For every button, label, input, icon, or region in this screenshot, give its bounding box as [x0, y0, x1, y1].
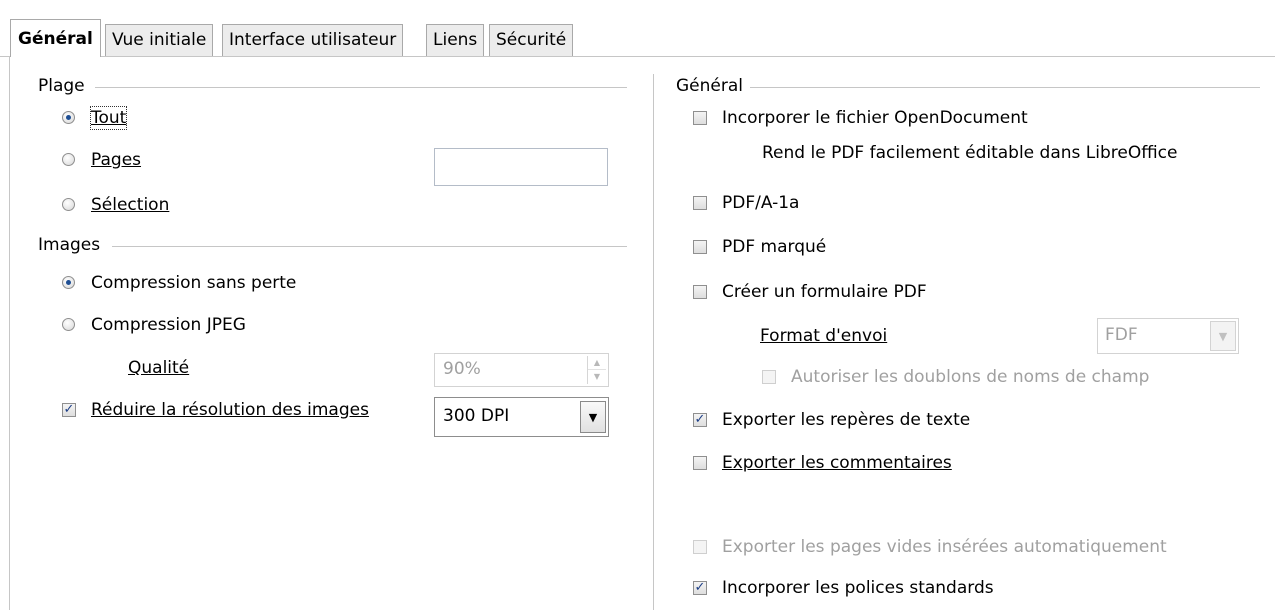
radio-label-pages: Pages [91, 150, 142, 170]
radio-lossless[interactable] [62, 276, 75, 289]
tab-general[interactable]: Général [10, 19, 101, 57]
quality-label: Qualité [128, 358, 190, 378]
tab-baseline [0, 56, 1275, 57]
checkbox-label-embed-fonts: Incorporer les polices standards [722, 578, 994, 598]
submit-format-dropdown[interactable]: FDF ▼ [1097, 318, 1239, 354]
checkbox-embed-od[interactable] [693, 111, 707, 125]
radio-pages[interactable] [62, 153, 75, 166]
panel-left-border [9, 57, 10, 610]
checkbox-label-reduce-resolution: Réduire la résolution des images [91, 400, 369, 420]
embed-od-note: Rend le PDF facilement éditable dans Lib… [762, 143, 1178, 163]
submit-format-label: Format d'envoi [760, 326, 888, 346]
radio-label-all: Tout [89, 106, 128, 130]
section-rule-general [750, 87, 1260, 88]
radio-label-jpeg: Compression JPEG [91, 315, 246, 335]
checkbox-label-export-comments: Exporter les commentaires [722, 453, 952, 473]
column-divider [653, 74, 654, 610]
tab-user-interface[interactable]: Interface utilisateur [222, 24, 404, 56]
radio-label-lossless: Compression sans perte [91, 273, 297, 293]
resolution-value: 300 DPI [443, 406, 510, 426]
pages-input[interactable] [434, 148, 608, 186]
tab-initial-view[interactable]: Vue initiale [105, 24, 214, 56]
radio-all[interactable] [62, 111, 75, 124]
checkbox-label-export-blank-pages: Exporter les pages vides insérées automa… [722, 537, 1167, 557]
checkbox-export-comments[interactable] [693, 456, 707, 470]
checkbox-create-form[interactable] [693, 285, 707, 299]
checkbox-label-export-bookmarks: Exporter les repères de texte [722, 410, 971, 430]
quality-spinner[interactable]: 90% ▲ ▼ [434, 353, 609, 387]
checkbox-embed-fonts[interactable]: ✓ [693, 581, 707, 595]
chevron-down-icon[interactable]: ▼ [1210, 321, 1236, 351]
checkbox-pdfa[interactable] [693, 196, 707, 210]
checkbox-export-blank-pages[interactable] [693, 540, 707, 554]
tab-security[interactable]: Sécurité [489, 24, 574, 56]
spin-up-icon[interactable]: ▲ [588, 356, 606, 370]
radio-label-selection: Sélection [91, 195, 170, 215]
spin-down-icon[interactable]: ▼ [588, 370, 606, 383]
checkbox-label-create-form: Créer un formulaire PDF [722, 282, 927, 302]
checkbox-export-bookmarks[interactable]: ✓ [693, 413, 707, 427]
quality-value: 90% [443, 359, 481, 379]
chevron-down-icon[interactable]: ▼ [580, 401, 606, 433]
checkbox-label-embed-od: Incorporer le fichier OpenDocument [722, 108, 1028, 128]
section-title-images: Images [38, 235, 101, 255]
quality-spin-buttons: ▲ ▼ [587, 356, 606, 384]
section-rule-images [112, 246, 627, 247]
checkbox-allow-duplicates[interactable] [762, 370, 776, 384]
checkbox-label-tagged-pdf: PDF marqué [722, 237, 827, 257]
checkbox-tagged-pdf[interactable] [693, 240, 707, 254]
checkbox-label-allow-duplicates: Autoriser les doublons de noms de champ [791, 367, 1150, 387]
checkbox-label-pdfa: PDF/A-1a [722, 193, 800, 213]
tab-links[interactable]: Liens [426, 24, 485, 56]
section-title-range: Plage [38, 76, 85, 96]
tab-bar: Général Vue initiale Interface utilisate… [0, 0, 1275, 57]
checkbox-reduce-resolution[interactable]: ✓ [62, 403, 76, 417]
section-rule-range [95, 87, 627, 88]
radio-selection[interactable] [62, 198, 75, 211]
section-title-general: Général [676, 76, 743, 96]
resolution-dropdown[interactable]: 300 DPI ▼ [434, 397, 609, 437]
submit-format-value: FDF [1105, 325, 1138, 345]
radio-jpeg[interactable] [62, 318, 75, 331]
